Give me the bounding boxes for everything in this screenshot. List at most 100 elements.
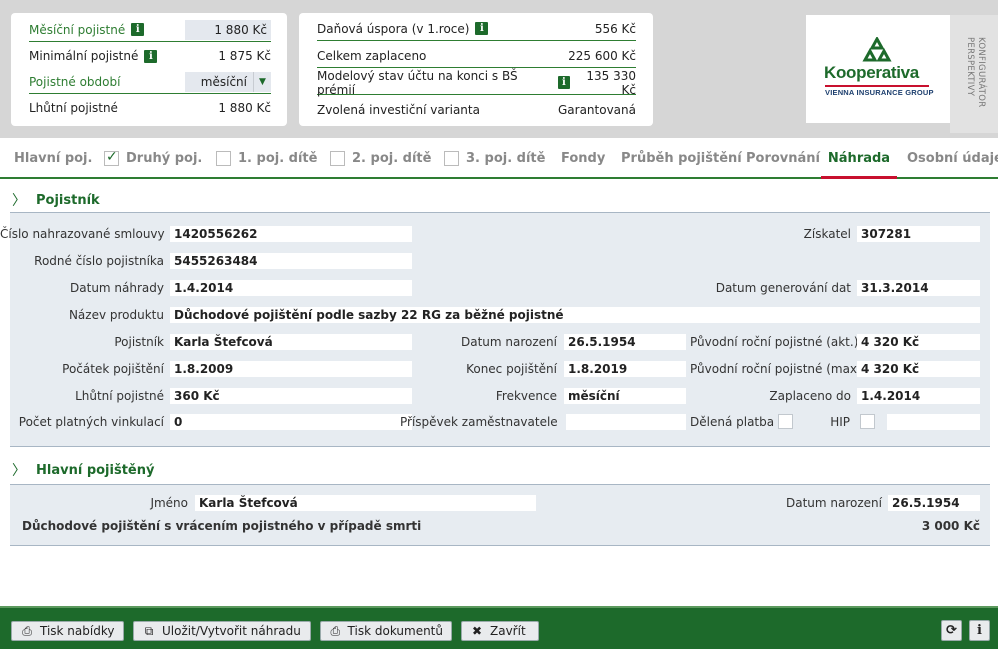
product-name-label: Název produktu bbox=[68, 308, 164, 322]
checkbox-druhy-poj[interactable] bbox=[104, 149, 119, 166]
end-date-label: Konec pojištění bbox=[466, 362, 557, 376]
section-pojistnik-title: Pojistník bbox=[36, 192, 100, 208]
policyholder-field[interactable]: Karla Štefcová bbox=[170, 334, 412, 350]
minimal-premium-value: 1 875 Kč bbox=[218, 49, 271, 63]
tab-hlavni-poj[interactable]: Hlavní poj. bbox=[14, 138, 92, 178]
tab-treti-dite[interactable]: 3. poj. dítě bbox=[444, 138, 545, 178]
info-button[interactable]: i bbox=[969, 620, 990, 641]
split-payment-checkbox[interactable] bbox=[778, 414, 793, 429]
info-icon[interactable]: i bbox=[131, 23, 145, 36]
frequency-field[interactable]: měsíční bbox=[564, 388, 686, 404]
info-icon[interactable]: i bbox=[144, 49, 158, 63]
premium-period-select[interactable]: měsíční ▼ bbox=[185, 71, 271, 92]
original-premium-akt-label: Původní roční pojistné (akt.) bbox=[690, 335, 859, 349]
paid-until-field[interactable]: 1.4.2014 bbox=[857, 388, 980, 404]
info-icon[interactable]: i bbox=[557, 76, 571, 89]
printer-icon: ⎙ bbox=[330, 623, 341, 638]
tab-druhy-poj[interactable]: Druhý poj. bbox=[104, 138, 202, 178]
refresh-icon: ⟳ bbox=[946, 623, 957, 638]
end-date-field[interactable]: 1.8.2019 bbox=[564, 361, 686, 377]
model-account-label: Modelový stav účtu na konci s BŠ prémií bbox=[317, 68, 518, 97]
frequency-label: Frekvence bbox=[495, 389, 557, 403]
tab-druhe-dite[interactable]: 2. poj. dítě bbox=[330, 138, 431, 178]
minimal-premium-label: Minimální pojistné bbox=[29, 49, 139, 63]
print-documents-button[interactable]: ⎙ Tisk dokumentů bbox=[320, 621, 452, 641]
original-premium-max-label: Původní roční pojistné (max.) bbox=[690, 362, 866, 376]
summary-row-period: Pojistné období měsíční ▼ bbox=[29, 70, 271, 94]
checkbox-prvni-dite[interactable] bbox=[216, 150, 231, 166]
birth-date-label: Datum narození bbox=[461, 335, 557, 349]
insured-name-label: Jméno bbox=[150, 496, 188, 510]
configurator-side-tab[interactable]: KONFIGURÁTOR PERSPEKTIVY bbox=[950, 15, 998, 133]
side-tab-line2: PERSPEKTIVY bbox=[965, 37, 975, 97]
summary-row-tax: Daňová úspora (v 1.roce) i 556 Kč bbox=[317, 17, 636, 41]
birth-number-field[interactable]: 5455263484 bbox=[170, 253, 412, 269]
total-paid-label: Celkem zaplaceno bbox=[317, 48, 427, 63]
premium-period-label: Pojistné období bbox=[29, 74, 121, 89]
hip-label: HIP bbox=[830, 415, 850, 429]
insured-birth-date-label: Datum narození bbox=[786, 496, 882, 510]
start-date-field[interactable]: 1.8.2009 bbox=[170, 361, 412, 377]
tab-porovnani[interactable]: Porovnání bbox=[746, 138, 820, 178]
refresh-button[interactable]: ⟳ bbox=[941, 620, 962, 641]
hip-checkbox[interactable] bbox=[860, 414, 875, 429]
summary-header: Měsíční pojistné i 1 880 Kč Minimální poj… bbox=[0, 0, 998, 138]
tab-prubeh-pojisteni[interactable]: Průběh pojištění bbox=[621, 138, 742, 178]
investment-variant-value: Garantovaná bbox=[557, 103, 636, 117]
generation-date-field[interactable]: 31.3.2014 bbox=[857, 280, 980, 296]
vinculations-label: Počet platných vinkulací bbox=[18, 415, 164, 429]
model-account-value: 135 330 Kč bbox=[586, 68, 636, 97]
tab-nahrada[interactable]: Náhrada bbox=[821, 138, 897, 179]
close-button[interactable]: ✖ Zavřít bbox=[461, 621, 539, 641]
generation-date-label: Datum generování dat bbox=[715, 281, 851, 295]
insured-product-label: Důchodové pojištění s vrácením pojistnéh… bbox=[22, 519, 422, 533]
savings-summary-box: Daňová úspora (v 1.roce) i 556 Kč Celkem … bbox=[299, 13, 653, 126]
contract-number-field[interactable]: 1420556262 bbox=[170, 226, 412, 242]
hip-field[interactable] bbox=[887, 414, 980, 430]
original-premium-max-field[interactable]: 4 320 Kč bbox=[857, 361, 980, 377]
print-offer-button[interactable]: ⎙ Tisk nabídky bbox=[11, 621, 124, 641]
paid-until-label: Zaplaceno do bbox=[769, 389, 851, 403]
save-replacement-button[interactable]: ⧉ Uložit/Vytvořit náhradu bbox=[133, 621, 311, 641]
investment-variant-label: Zvolená investiční varianta bbox=[317, 103, 480, 117]
footer-toolbar: ⎙ Tisk nabídky ⧉ Uložit/Vytvořit náhradu… bbox=[0, 606, 998, 649]
checkbox-druhe-dite[interactable] bbox=[330, 150, 345, 166]
copy-icon: ⧉ bbox=[144, 623, 154, 638]
chevron-right-icon: 〉 bbox=[12, 193, 26, 209]
main-tabs: Hlavní poj. Druhý poj. 1. poj. dítě 2. p… bbox=[0, 138, 998, 179]
info-icon: i bbox=[977, 623, 982, 638]
info-icon[interactable]: i bbox=[475, 22, 489, 35]
birth-date-field[interactable]: 26.5.1954 bbox=[564, 334, 686, 350]
tab-prvni-dite[interactable]: 1. poj. dítě bbox=[216, 138, 317, 178]
section-hlavni-header[interactable]: 〉 Hlavní pojištěný bbox=[10, 454, 990, 486]
tax-saving-label: Daňová úspora (v 1.roce) bbox=[317, 21, 470, 36]
replacement-date-field[interactable]: 1.4.2014 bbox=[170, 280, 412, 296]
start-date-label: Počátek pojištění bbox=[62, 362, 164, 376]
original-premium-akt-field[interactable]: 4 320 Kč bbox=[857, 334, 980, 350]
chevron-right-icon: 〉 bbox=[12, 463, 26, 479]
product-name-field[interactable]: Důchodové pojištění podle sazby 22 RG za… bbox=[170, 307, 980, 323]
insured-birth-date-field[interactable]: 26.5.1954 bbox=[888, 495, 980, 511]
close-icon: ✖ bbox=[471, 624, 483, 638]
insured-product-amount: 3 000 Kč bbox=[921, 519, 980, 533]
split-payment-label: Dělená platba bbox=[690, 415, 775, 429]
monthly-premium-value[interactable]: 1 880 Kč bbox=[185, 19, 271, 40]
section-pojistnik-panel bbox=[10, 212, 990, 447]
employer-contribution-field[interactable] bbox=[566, 414, 686, 430]
ziskatel-label: Získatel bbox=[803, 227, 851, 241]
replacement-date-label: Datum náhrady bbox=[70, 281, 164, 295]
term-premium-label: Lhůtní pojistné bbox=[29, 101, 118, 115]
insured-name-field[interactable]: Karla Štefcová bbox=[195, 495, 536, 511]
summary-row-paid: Celkem zaplaceno 225 600 Kč bbox=[317, 44, 636, 68]
vinculations-field[interactable]: 0 bbox=[170, 414, 412, 430]
chevron-down-icon: ▼ bbox=[253, 71, 271, 92]
tab-osobni-udaje[interactable]: Osobní údaje bbox=[907, 138, 998, 178]
employer-contribution-label: Příspěvek zaměstnavatele bbox=[400, 415, 558, 429]
tax-saving-value: 556 Kč bbox=[594, 21, 636, 36]
checkbox-treti-dite[interactable] bbox=[444, 150, 459, 166]
term-premium-field[interactable]: 360 Kč bbox=[170, 388, 412, 404]
policyholder-label: Pojistník bbox=[114, 335, 164, 349]
tab-fondy[interactable]: Fondy bbox=[561, 138, 605, 178]
ziskatel-field[interactable]: 307281 bbox=[857, 226, 980, 242]
summary-row-variant: Zvolená investiční varianta Garantovaná bbox=[317, 98, 636, 122]
